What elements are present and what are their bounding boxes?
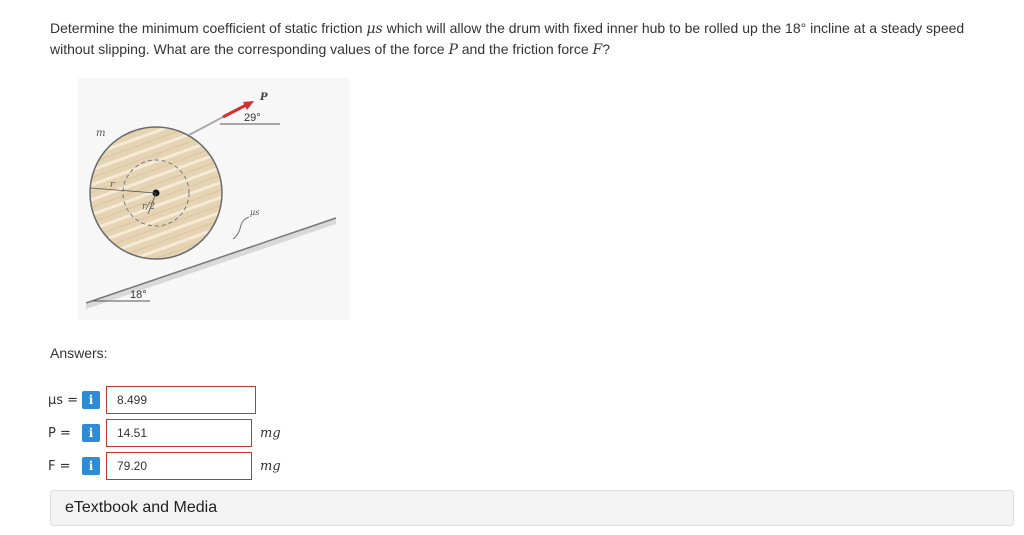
etextbook-media-button[interactable]: eTextbook and Media bbox=[50, 490, 1014, 526]
force-label: P bbox=[259, 92, 268, 103]
answer-label-mu: μs = bbox=[48, 392, 79, 408]
answer-row-mu: μs = i 8.499 bbox=[48, 386, 256, 414]
info-icon[interactable]: i bbox=[82, 457, 100, 475]
incline-angle-label: 18° bbox=[130, 289, 147, 301]
half-radius-label: r/2 bbox=[142, 202, 155, 212]
question-text: Determine the minimum coefficient of sta… bbox=[50, 18, 990, 60]
question-part-1: Determine the minimum coefficient of sta… bbox=[50, 20, 367, 36]
drum-figure: m P 29° 18° r r/2 μs bbox=[78, 78, 350, 320]
answer-input-f[interactable]: 79.20 bbox=[106, 452, 252, 480]
drum-diagram: m P 29° 18° r r/2 μs bbox=[78, 78, 350, 320]
radius-label: r bbox=[110, 180, 115, 190]
mu-symbol: μs bbox=[366, 21, 383, 37]
friction-coefficient-label: μs bbox=[250, 208, 259, 217]
info-icon[interactable]: i bbox=[82, 391, 100, 409]
question-part-3: and the friction force bbox=[457, 41, 593, 57]
answer-input-mu[interactable]: 8.499 bbox=[106, 386, 256, 414]
mass-label: m bbox=[96, 128, 105, 139]
force-f-symbol: F bbox=[592, 42, 603, 58]
answer-input-p[interactable]: 14.51 bbox=[106, 419, 252, 447]
answer-label-f: F = bbox=[48, 458, 71, 474]
force-p-symbol: P bbox=[448, 42, 458, 58]
question-part-4: ? bbox=[602, 41, 611, 57]
answer-unit-f: mg bbox=[260, 458, 281, 474]
info-icon[interactable]: i bbox=[82, 424, 100, 442]
answer-row-p: P = i 14.51 mg bbox=[48, 419, 281, 447]
answers-heading: Answers: bbox=[50, 345, 108, 361]
answer-row-f: F = i 79.20 mg bbox=[48, 452, 281, 480]
answer-label-p: P = bbox=[48, 425, 71, 441]
etextbook-label: eTextbook and Media bbox=[65, 499, 218, 516]
rope-angle-label: 29° bbox=[244, 112, 261, 124]
answer-unit-p: mg bbox=[260, 425, 281, 441]
